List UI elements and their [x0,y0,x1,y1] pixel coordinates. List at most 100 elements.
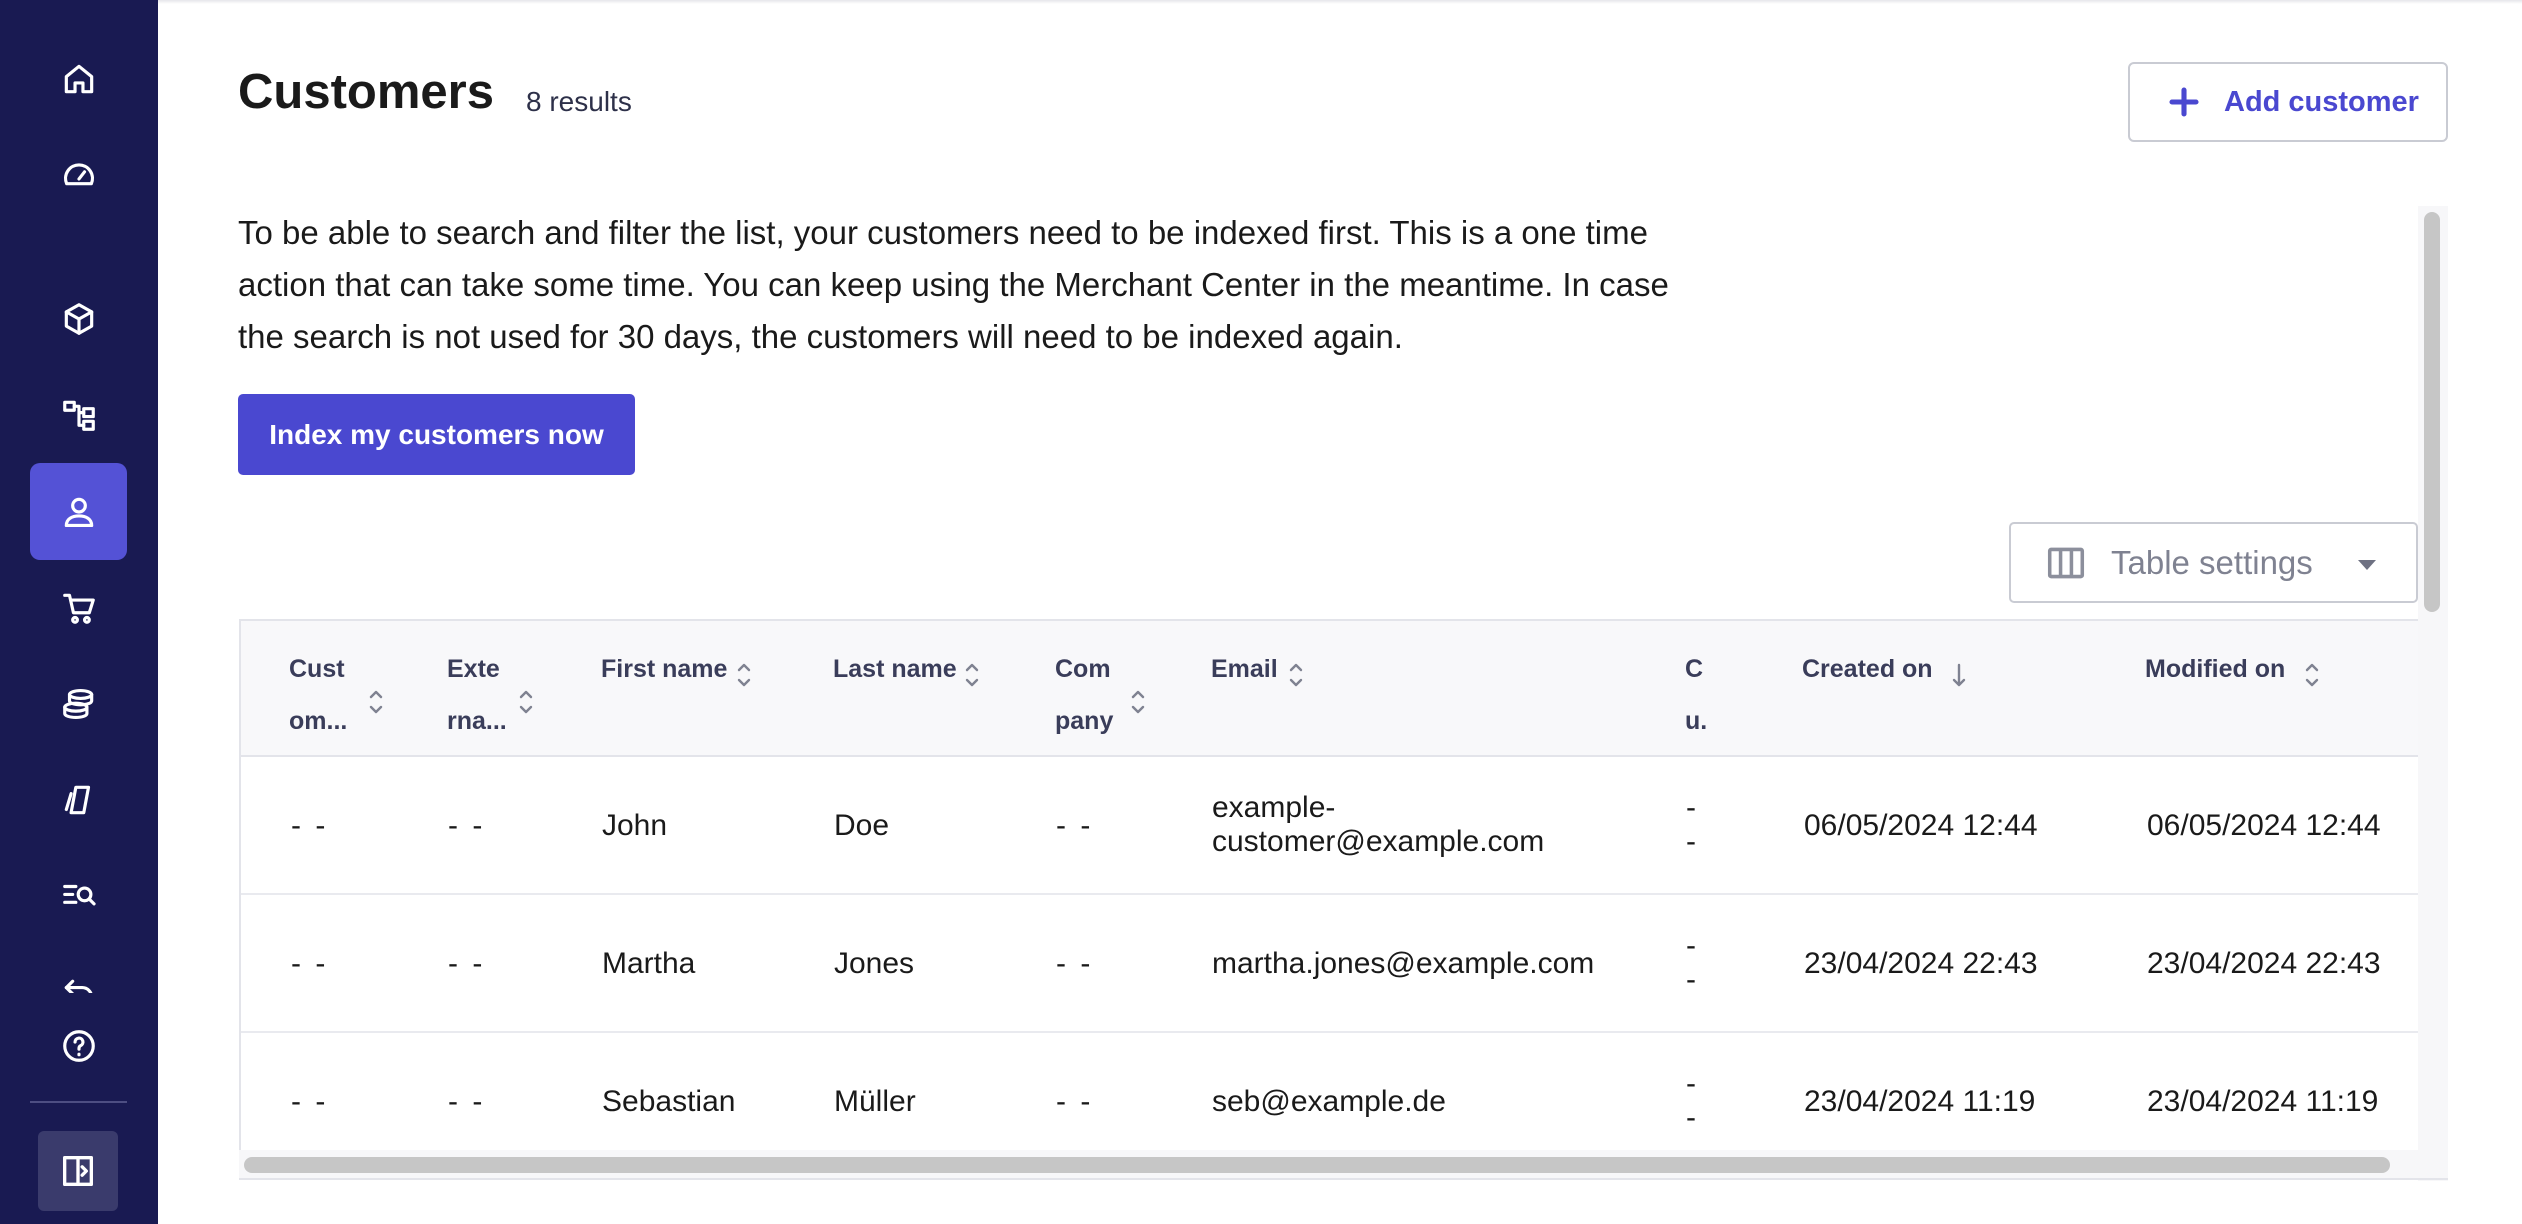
cell-modified-on: 23/04/2024 22:43 [2147,947,2381,980]
products-cube-icon [64,302,93,335]
column-header-text: rna... [447,707,507,735]
cell-first-name: Sebastian [602,1085,736,1118]
cell-cu-line: - [1686,825,1696,858]
cell-cu-line: - [1686,929,1696,962]
column-header-text: pany [1055,707,1114,735]
column-header-company[interactable]: Com pany [1055,643,1145,747]
collapse-sidebar-button[interactable] [38,1131,118,1211]
main-sidebar [0,0,158,1224]
cell-email: martha.jones@example.com [1212,947,1594,981]
column-header-modified-on[interactable]: Modified on [2145,643,2319,695]
column-header-text: First name [601,655,728,683]
column-header-first-name[interactable]: First name [601,643,751,695]
top-shadow [158,0,2522,4]
sort-both-icon[interactable] [2305,655,2319,687]
sort-both-icon[interactable] [519,682,533,714]
table-row[interactable]: - - - - John Doe - - example- customer@e… [241,757,2418,895]
cell-cu: - - [1686,791,1696,859]
indexing-info-text: To be able to search and filter the list… [238,207,1738,363]
cell-company: - - [1056,947,1094,980]
undo-arrow-icon [64,979,92,993]
cell-email-line: seb@example.de [1212,1085,1446,1118]
sort-both-icon[interactable] [965,655,979,687]
cell-customer-number: - - [291,1085,329,1118]
table-row[interactable]: - - - - Martha Jones - - martha.jones@ex… [241,895,2418,1033]
cell-external-id: - - [448,809,486,842]
content-icon [64,785,90,814]
cell-created-on: 23/04/2024 11:19 [1804,1085,2036,1118]
sort-descending-icon[interactable] [1952,655,1966,687]
nav-orders[interactable] [30,559,127,656]
sort-both-icon[interactable] [369,682,383,714]
table-settings-dropdown[interactable]: Table settings [2009,522,2418,603]
cell-modified-on: 23/04/2024 11:19 [2147,1085,2379,1118]
column-header-email[interactable]: Email [1211,643,1303,695]
nav-help[interactable] [30,997,127,1094]
cell-created-on: 06/05/2024 12:44 [1804,809,2038,842]
column-header-text: Cust [289,655,345,683]
add-customer-label: Add customer [2224,85,2419,118]
cell-created-on: 23/04/2024 22:43 [1804,947,2038,980]
orders-cart-icon [62,593,95,624]
sidebar-divider [30,1101,127,1103]
cell-cu: - - [1686,929,1696,997]
add-customer-button[interactable]: Add customer [2128,62,2448,142]
column-header-text: Com [1055,655,1111,683]
nav-categories[interactable] [30,366,127,463]
search-list-icon [62,884,96,905]
vertical-scrollbar-thumb[interactable] [2424,212,2440,612]
sort-both-icon[interactable] [1289,655,1303,687]
cell-last-name: Müller [834,1085,916,1118]
nav-products[interactable] [30,270,127,367]
nav-search[interactable] [30,847,127,944]
column-header-text: Email [1211,655,1278,683]
nav-undo[interactable] [30,943,127,993]
table-row[interactable]: - - - - Sebastian Müller - - seb@example… [241,1033,2418,1150]
info-line: To be able to search and filter the list… [238,214,1648,251]
column-header-text: Created on [1802,655,1933,683]
help-icon [62,1029,95,1062]
collapse-sidebar-icon [63,1156,93,1186]
cell-email-line: martha.jones@example.com [1212,947,1595,980]
cell-cu-line: - [1686,1101,1696,1134]
column-header-last-name[interactable]: Last name [833,643,979,695]
cell-first-name: Martha [602,947,696,980]
nav-customers[interactable] [30,463,127,560]
cell-cu: - - [1686,1067,1696,1135]
cell-last-name: Doe [834,809,890,842]
nav-home[interactable] [30,30,127,127]
cell-company: - - [1056,809,1094,842]
sort-both-icon[interactable] [1131,682,1145,714]
column-header-external-id[interactable]: Exte rna... [447,643,533,747]
cell-customer-number: - - [291,809,329,842]
info-line: the search is not used for 30 days, the … [238,318,1403,355]
result-count: 8 results [526,86,632,117]
caret-down-icon [2358,560,2376,570]
column-header-text: C [1685,655,1704,683]
plus-icon [2169,87,2199,117]
column-header-customer-number[interactable]: Cust om... [289,643,383,747]
columns-icon [2047,546,2085,580]
column-header-text: Last name [833,655,957,683]
column-header-created-on[interactable]: Created on [1802,643,1966,695]
cell-cu-line: - [1686,791,1696,824]
column-header-cu[interactable]: C u. [1685,643,1707,747]
table-settings-label: Table settings [2111,543,2313,581]
categories-tree-icon [62,400,95,431]
column-header-text: Exte [447,655,500,683]
column-header-text: om... [289,707,348,735]
cell-email: example- customer@example.com [1212,791,1544,859]
cell-cu-line: - [1686,963,1696,996]
column-header-text: Modified on [2145,655,2286,683]
customers-table: Cust om... Exte rna... First name Last n… [239,619,2418,1150]
cell-cu-line: - [1686,1067,1696,1100]
index-customers-button[interactable]: Index my customers now [238,394,635,475]
cell-company: - - [1056,1085,1094,1118]
nav-dashboard[interactable] [30,126,127,223]
sort-both-icon[interactable] [737,655,751,687]
nav-content[interactable] [30,751,127,848]
cell-external-id: - - [448,1085,486,1118]
nav-discounts[interactable] [30,655,127,752]
horizontal-scrollbar-thumb[interactable] [244,1157,2390,1173]
cell-modified-on: 06/05/2024 12:44 [2147,809,2381,842]
